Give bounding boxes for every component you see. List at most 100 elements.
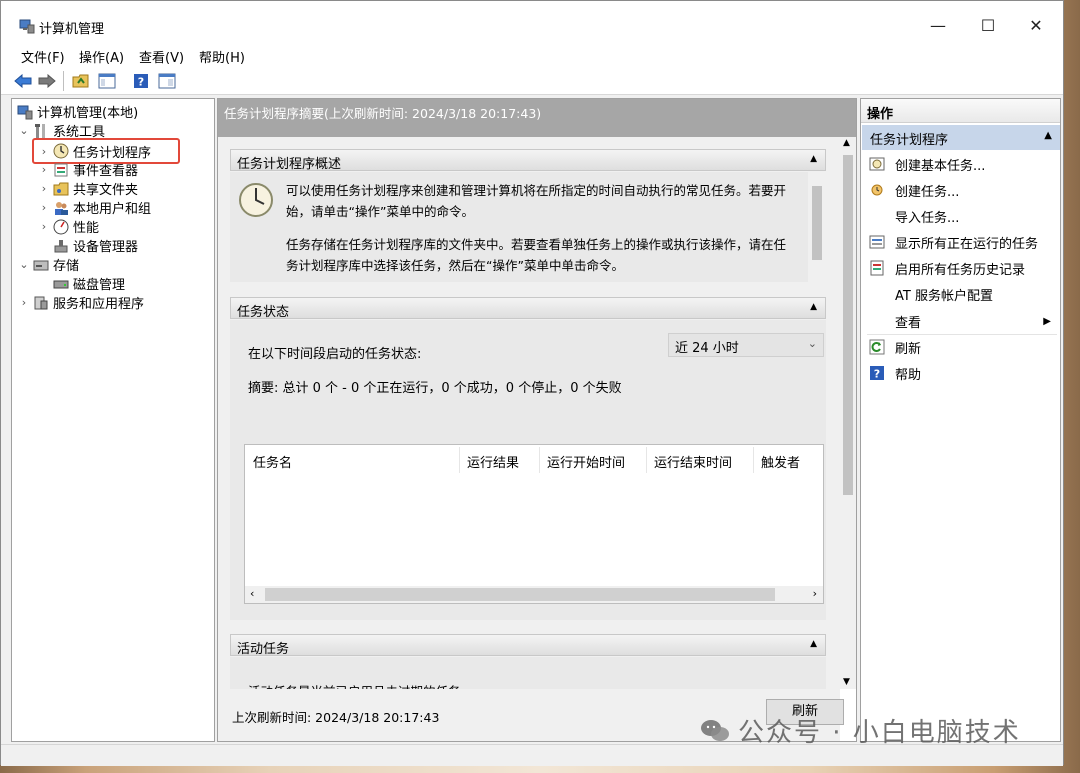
action-help[interactable]: ? 帮助 [861, 361, 1057, 385]
column-header-task-name[interactable]: 任务名 [253, 452, 292, 471]
menu-bar: 文件(F) 操作(A) 查看(V) 帮助(H) [1, 45, 1063, 67]
running-tasks-icon [869, 235, 885, 249]
collapse-up-icon[interactable]: ▲ [1044, 130, 1052, 141]
chevron-right-icon[interactable]: › [18, 296, 30, 309]
help-icon[interactable]: ? [131, 71, 151, 91]
column-header-end-time[interactable]: 运行结束时间 [654, 452, 732, 471]
status-section-header[interactable]: 任务状态 ▲ [230, 297, 826, 320]
scroll-left-icon[interactable]: ‹ [250, 587, 254, 600]
chevron-right-icon[interactable]: › [38, 163, 50, 176]
action-label: 启用所有任务历史记录 [895, 262, 1026, 278]
shared-folder-icon [53, 182, 69, 195]
services-icon [34, 296, 48, 309]
active-section-header[interactable]: 活动任务 ▲ [230, 634, 826, 657]
tree-node-performance[interactable]: › 性能 [38, 217, 99, 236]
time-range-dropdown[interactable]: 近 24 小时 ⌄ [668, 333, 824, 357]
properties-icon[interactable] [157, 71, 177, 91]
task-status-table[interactable]: 任务名 运行结果 运行开始时间 运行结束时间 触发者 ‹ › [244, 444, 824, 604]
tree-label: 存储 [53, 259, 80, 274]
scrollbar-thumb[interactable] [812, 186, 822, 260]
chevron-right-icon[interactable]: › [38, 182, 50, 195]
tree-node-local-users[interactable]: › 本地用户和组 [38, 198, 151, 217]
chevron-right-icon[interactable]: › [38, 145, 50, 158]
table-horizontal-scrollbar[interactable]: ‹ › [245, 586, 823, 603]
column-header-start-time[interactable]: 运行开始时间 [547, 452, 625, 471]
show-hide-tree-icon[interactable] [97, 71, 117, 91]
tree-node-root[interactable]: 计算机管理(本地) [14, 102, 138, 121]
column-separator [459, 447, 460, 473]
tree-label: 共享文件夹 [73, 183, 139, 198]
menu-action[interactable]: 操作(A) [79, 47, 124, 66]
action-import-task[interactable]: 导入任务... [861, 204, 1057, 228]
device-manager-icon [54, 239, 68, 252]
action-label: 导入任务... [895, 210, 960, 226]
column-separator [753, 447, 754, 473]
scrollbar-thumb[interactable] [265, 588, 775, 601]
actions-group-task-scheduler[interactable]: 任务计划程序 ▲ [862, 125, 1060, 150]
column-header-result[interactable]: 运行结果 [467, 452, 519, 471]
collapse-up-icon[interactable]: ▲ [810, 154, 817, 164]
maximize-button[interactable]: ☐ [965, 11, 1011, 41]
action-create-task[interactable]: 创建任务... [861, 178, 1057, 202]
event-viewer-icon [54, 163, 68, 176]
status-summary: 摘要: 总计 0 个 - 0 个正在运行，0 个成功，0 个停止，0 个失败 [248, 381, 622, 396]
create-task-icon [871, 184, 883, 196]
tree-label: 服务和应用程序 [53, 297, 145, 312]
tree-label: 磁盘管理 [73, 278, 126, 293]
storage-icon [33, 260, 49, 270]
tree-node-shared-folders[interactable]: › 共享文件夹 [38, 179, 138, 198]
scrollbar-thumb[interactable] [843, 155, 853, 495]
overview-scrollbar[interactable] [808, 172, 826, 282]
action-view[interactable]: 查看 ▶ [861, 309, 1057, 333]
summary-vertical-scrollbar[interactable]: ▲ ▼ [840, 137, 856, 689]
tree-label: 计算机管理(本地) [37, 106, 139, 121]
chevron-down-icon[interactable]: ⌄ [18, 124, 30, 137]
tree-node-services[interactable]: › 服务和应用程序 [18, 293, 144, 312]
menu-view[interactable]: 查看(V) [139, 47, 184, 66]
action-create-basic-task[interactable]: 创建基本任务... [861, 152, 1057, 176]
chevron-right-icon[interactable]: › [38, 220, 50, 233]
action-label: 查看 [895, 315, 922, 331]
overview-paragraph-2: 任务存储在任务计划程序库的文件夹中。若要查看单独任务上的操作或执行该操作，请在任… [286, 237, 787, 273]
close-button[interactable]: ✕ [1013, 11, 1059, 41]
help-icon: ? [870, 366, 884, 381]
summary-pane: 任务计划程序摘要(上次刷新时间: 2024/3/18 20:17:43) 任务计… [217, 98, 857, 742]
up-folder-icon[interactable] [71, 71, 91, 91]
back-arrow-icon[interactable] [13, 71, 33, 91]
collapse-up-icon[interactable]: ▲ [810, 302, 817, 312]
action-enable-history[interactable]: 启用所有任务历史记录 [861, 256, 1057, 280]
computer-management-icon [17, 105, 33, 119]
tree-node-disk-management[interactable]: 磁盘管理 [50, 274, 125, 293]
collapse-up-icon[interactable]: ▲ [810, 639, 817, 649]
action-at-service-config[interactable]: AT 服务帐户配置 [861, 282, 1057, 306]
overview-section-header[interactable]: 任务计划程序概述 ▲ [230, 149, 826, 172]
overview-section-body: 可以使用任务计划程序来创建和管理计算机将在所指定的时间自动执行的常见任务。若要开… [230, 172, 826, 282]
scroll-right-icon[interactable]: › [813, 587, 817, 600]
tree-label: 设备管理器 [73, 240, 139, 255]
forward-arrow-icon[interactable] [37, 71, 57, 91]
scroll-down-icon[interactable]: ▼ [843, 677, 850, 687]
summary-scroll-area: 任务计划程序概述 ▲ 可以使用任务计划程序来创建和管理计算机将在所指定的时间自动… [218, 137, 840, 689]
performance-icon [53, 219, 69, 234]
chevron-down-icon[interactable]: ⌄ [18, 258, 30, 271]
action-refresh[interactable]: 刷新 [861, 335, 1057, 359]
clock-icon [53, 143, 69, 159]
column-header-trigger[interactable]: 触发者 [761, 452, 800, 471]
group-label: 任务计划程序 [870, 133, 949, 148]
watermark-text: 公众号 · 小白电脑技术 [738, 718, 1021, 748]
tree-node-device-manager[interactable]: 设备管理器 [50, 236, 138, 255]
minimize-button[interactable]: — [915, 11, 961, 41]
chevron-right-icon[interactable]: › [38, 201, 50, 214]
action-show-running-tasks[interactable]: 显示所有正在运行的任务 [861, 230, 1057, 254]
scroll-up-icon[interactable]: ▲ [843, 138, 850, 148]
computer-management-icon [19, 19, 35, 34]
menu-file[interactable]: 文件(F) [21, 47, 65, 66]
tree-node-event-viewer[interactable]: › 事件查看器 [38, 160, 138, 179]
section-title: 任务计划程序概述 [237, 157, 342, 172]
tree-node-storage[interactable]: ⌄ 存储 [18, 255, 79, 274]
action-label: 帮助 [895, 367, 922, 383]
create-basic-task-icon [869, 157, 885, 171]
menu-help[interactable]: 帮助(H) [199, 47, 245, 66]
disk-icon [53, 280, 69, 288]
action-label: 创建任务... [895, 184, 960, 200]
